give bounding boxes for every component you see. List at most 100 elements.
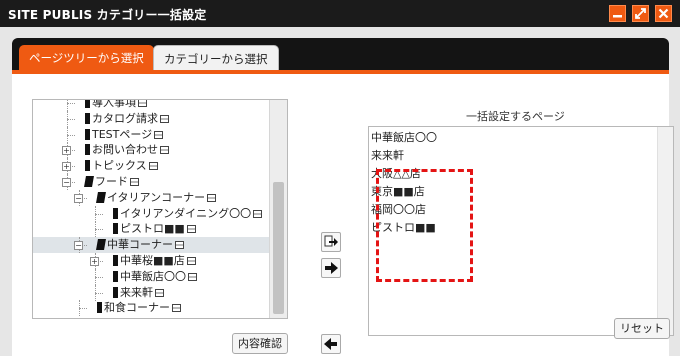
page-black-icon: [113, 254, 118, 266]
page-settings-icon[interactable]: [130, 177, 139, 186]
tree-connector: [67, 134, 75, 136]
tree-connector: [95, 229, 103, 231]
page-settings-icon[interactable]: [160, 146, 169, 155]
dialog-frame: ページツリーから選択 カテゴリーから選択 導入事項カタログ請求 TESTページ + お…: [0, 27, 680, 356]
tree-node-label: 来来軒: [120, 285, 153, 299]
tree-node[interactable]: 中華飯店〇〇: [33, 268, 269, 285]
tree-node-label: イタリアンダイニング〇〇: [120, 206, 252, 220]
collapse-icon[interactable]: −: [74, 193, 83, 203]
tree-node[interactable]: 和食コーナー: [33, 300, 269, 317]
page-black-icon: [85, 112, 90, 124]
tree-node[interactable]: + トピックス: [33, 158, 269, 175]
expand-icon[interactable]: +: [90, 256, 99, 266]
page-black-icon: [113, 223, 118, 235]
tree-connector: [95, 292, 103, 294]
page-settings-icon[interactable]: [155, 288, 164, 297]
tree-connector: [79, 308, 87, 310]
selected-page-item[interactable]: 中華飯店〇〇: [371, 129, 437, 147]
maximize-icon: [635, 8, 646, 19]
folder-black-icon: [96, 191, 106, 203]
page-black-icon: [113, 207, 118, 219]
page-settings-icon[interactable]: [160, 114, 169, 123]
tree-node-label: カタログ請求: [92, 111, 158, 125]
tree-connector: [95, 213, 103, 215]
tree-node-label: フード: [95, 174, 128, 188]
reset-button[interactable]: リセット: [614, 318, 670, 339]
page-settings-icon[interactable]: [207, 193, 217, 202]
tree-connector: [67, 103, 75, 104]
page-tree-list: 導入事項カタログ請求 TESTページ + お問い合わせ + トピックス − フード − イタリアン…: [33, 99, 269, 317]
tree-node[interactable]: TESTページ: [33, 126, 269, 143]
page-black-icon: [85, 100, 90, 108]
page-settings-icon[interactable]: [148, 162, 158, 171]
tree-node[interactable]: 来来軒: [33, 284, 269, 301]
tree-node-label: 中華コーナー: [107, 238, 173, 252]
page-settings-icon[interactable]: [172, 304, 181, 313]
tree-node-label: トピックス: [92, 159, 147, 173]
page-settings-icon[interactable]: [186, 256, 196, 265]
selected-pages-scrollbar[interactable]: [657, 127, 673, 335]
page-settings-icon[interactable]: [253, 209, 263, 218]
page-black-icon: [85, 160, 90, 172]
add-right-arrow-icon: [325, 262, 338, 274]
window-titlebar: SITE PUBLIS カテゴリー一括設定: [0, 0, 680, 27]
remove-left-arrow-icon: [324, 338, 337, 350]
tree-node[interactable]: ピストロ■■: [33, 221, 269, 238]
page-settings-icon[interactable]: [186, 225, 196, 234]
minimize-button[interactable]: [609, 5, 626, 22]
tree-connector: [67, 118, 75, 120]
tree-node[interactable]: − イタリアンコーナー: [33, 189, 269, 206]
tab-bar: ページツリーから選択 カテゴリーから選択: [12, 38, 669, 74]
page-settings-icon[interactable]: [138, 100, 147, 107]
tree-node[interactable]: − フード: [33, 173, 269, 190]
maximize-button[interactable]: [632, 5, 649, 22]
selected-pages-label: 一括設定するページ: [466, 110, 565, 123]
add-button[interactable]: [321, 258, 341, 278]
tree-node-label: お問い合わせ: [92, 143, 158, 157]
collapse-icon[interactable]: −: [74, 241, 83, 251]
page-black-icon: [113, 270, 118, 282]
tab-category[interactable]: カテゴリーから選択: [153, 45, 279, 71]
page-settings-icon[interactable]: [188, 272, 197, 281]
tree-node[interactable]: + お問い合わせ: [33, 142, 269, 159]
folder-black-icon: [84, 175, 94, 187]
tree-node-label: TESTページ: [92, 127, 153, 141]
remove-button[interactable]: [321, 334, 341, 354]
tree-node[interactable]: − 中華コーナー: [33, 237, 269, 254]
tree-node-label: イタリアンコーナー: [107, 190, 206, 204]
confirm-button[interactable]: 内容確認: [232, 333, 288, 354]
page-black-icon: [113, 286, 118, 298]
tree-node[interactable]: イタリアンダイニング〇〇: [33, 205, 269, 222]
page-tree[interactable]: 導入事項カタログ請求 TESTページ + お問い合わせ + トピックス − フード − イタリアン…: [32, 99, 288, 319]
content-panel: 導入事項カタログ請求 TESTページ + お問い合わせ + トピックス − フード − イタリアン…: [12, 74, 674, 356]
minimize-icon: [613, 15, 622, 18]
page-black-icon: [85, 128, 90, 140]
add-all-button[interactable]: [321, 232, 341, 252]
tree-node-label: 和食コーナー: [104, 301, 170, 315]
collapse-icon[interactable]: −: [62, 177, 71, 187]
close-button[interactable]: [655, 5, 672, 22]
window-title: SITE PUBLIS カテゴリー一括設定: [8, 8, 207, 22]
page-settings-icon[interactable]: [175, 241, 184, 250]
tree-scrollbar[interactable]: [269, 100, 287, 318]
expand-icon[interactable]: +: [62, 146, 71, 156]
highlight-box: [376, 169, 473, 282]
page-black-icon: [97, 302, 102, 314]
selected-page-item[interactable]: 来来軒: [371, 147, 437, 165]
expand-icon[interactable]: +: [62, 162, 71, 172]
tree-connector: [95, 276, 103, 278]
tab-page-tree[interactable]: ページツリーから選択: [19, 45, 154, 71]
tree-node[interactable]: カタログ請求: [33, 110, 269, 127]
page-black-icon: [85, 144, 90, 156]
tree-connector: [67, 100, 68, 111]
folder-black-icon: [96, 239, 106, 251]
tree-node-label: ピストロ■■: [120, 222, 185, 236]
tree-node[interactable]: 導入事項: [33, 99, 269, 111]
page-settings-icon[interactable]: [154, 130, 164, 139]
tree-node-label: 中華飯店〇〇: [120, 269, 186, 283]
tree-node[interactable]: + 中華桜■■店: [33, 252, 269, 269]
tree-node-label: 導入事項: [92, 99, 136, 109]
add-all-icon: [324, 235, 338, 247]
close-icon: [658, 8, 669, 19]
tree-scrollbar-thumb[interactable]: [273, 182, 284, 314]
